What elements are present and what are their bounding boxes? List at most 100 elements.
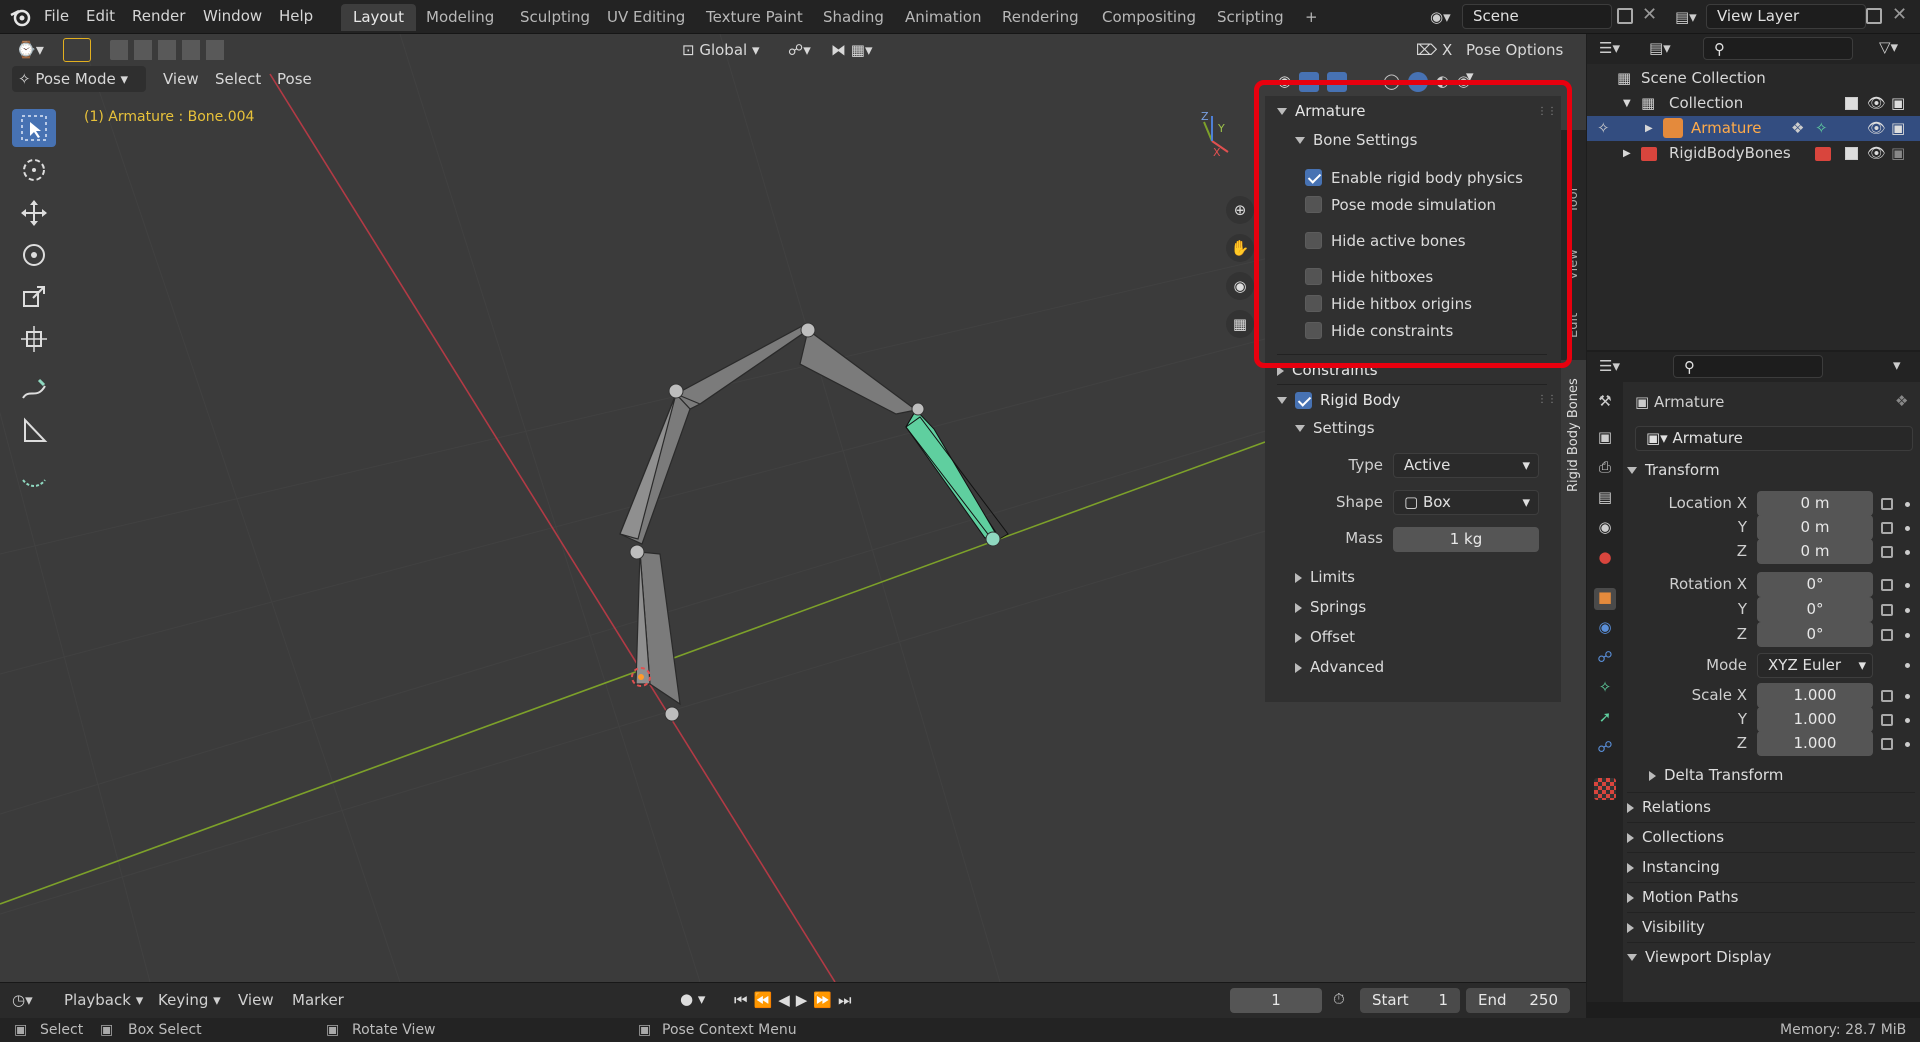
tab-texture-paint[interactable]: Texture Paint <box>694 4 815 31</box>
relax-pose-tool-icon[interactable] <box>12 462 56 500</box>
viewport-display-section[interactable]: Viewport Display <box>1627 942 1915 970</box>
editor-type-icon[interactable]: ☰▾ <box>1599 39 1620 57</box>
jump-end-icon[interactable]: ⏭ <box>838 991 858 1009</box>
render-tab-icon[interactable]: ▣ <box>1594 428 1616 450</box>
expand-icon[interactable]: ▶ <box>1645 116 1653 141</box>
tool-tab-icon[interactable]: ⚒ <box>1594 392 1616 414</box>
settings-header[interactable]: Settings <box>1295 414 1545 442</box>
view-layer-icon[interactable]: ▤▾ <box>1675 6 1705 28</box>
tab-scripting[interactable]: Scripting <box>1205 4 1296 31</box>
new-view-layer-icon[interactable] <box>1866 8 1882 24</box>
tab-layout[interactable]: Layout <box>341 4 416 31</box>
select-tool-icon[interactable] <box>63 38 91 62</box>
pan-hand-icon[interactable]: ✋ <box>1226 234 1254 262</box>
menu-window[interactable]: Window <box>203 0 262 34</box>
location-x-field[interactable]: 0 m <box>1757 491 1873 516</box>
editor-type-icon[interactable]: ⌚▾ <box>10 37 50 63</box>
scale-tool-icon[interactable] <box>12 278 56 316</box>
scale-y-field[interactable]: 1.000 <box>1757 707 1873 732</box>
pose-options-dropdown[interactable]: Pose Options ▾ <box>1460 37 1580 85</box>
scene-selector[interactable]: Scene <box>1462 4 1612 29</box>
tab-sculpting[interactable]: Sculpting <box>508 4 602 31</box>
exclude-checkbox-icon[interactable] <box>1845 147 1858 160</box>
eye-icon[interactable]: 👁 <box>1867 141 1886 166</box>
filter-icon[interactable]: ▽▾ <box>1879 38 1898 56</box>
menu-help[interactable]: Help <box>279 0 313 34</box>
current-frame-field[interactable]: 1 <box>1230 988 1322 1013</box>
lock-scale-x-icon[interactable] <box>1881 690 1893 702</box>
next-keyframe-icon[interactable]: ⏩ <box>813 991 838 1009</box>
drag-handle-icon[interactable]: ⋮⋮ <box>1537 394 1557 405</box>
display-mode-icon[interactable]: ▤▾ <box>1649 39 1671 57</box>
lock-scale-z-icon[interactable] <box>1881 738 1893 750</box>
keyframe-dot-icon[interactable] <box>1905 583 1910 588</box>
bone-tab-icon[interactable]: ➚ <box>1594 708 1616 730</box>
record-keyframe-icon[interactable]: ● ▾ <box>680 990 705 1008</box>
menu-pose[interactable]: Pose <box>271 66 318 92</box>
view-layer-tab-icon[interactable]: ▤ <box>1594 488 1616 510</box>
zoom-icon[interactable]: ⊕ <box>1226 196 1254 224</box>
add-workspace-button[interactable]: + <box>1293 4 1330 31</box>
jump-start-icon[interactable]: ⏮ <box>734 991 754 1009</box>
type-dropdown[interactable]: Active ▾ <box>1393 453 1539 478</box>
scene-tab-icon[interactable]: ◉ <box>1594 518 1616 540</box>
location-y-field[interactable]: 0 m <box>1757 515 1873 540</box>
modifier-tab-icon[interactable]: ◉ <box>1594 618 1616 640</box>
shape-dropdown[interactable]: ▢ Box ▾ <box>1393 490 1539 515</box>
advanced-section[interactable]: Advanced <box>1295 653 1545 681</box>
end-frame-field[interactable]: End 250 <box>1466 988 1570 1013</box>
rotation-y-field[interactable]: 0° <box>1757 597 1873 622</box>
object-tab-icon[interactable]: ■ <box>1594 588 1616 610</box>
perspective-toggle-icon[interactable]: ▦ <box>1226 310 1254 338</box>
tab-rendering[interactable]: Rendering <box>990 4 1091 31</box>
transform-orientation-dropdown[interactable]: ⊡ Global ▾ <box>676 37 772 63</box>
lock-rotation-x-icon[interactable] <box>1881 579 1893 591</box>
keyframe-dot-icon[interactable] <box>1905 550 1910 555</box>
rotation-z-field[interactable]: 0° <box>1757 622 1873 647</box>
collections-section[interactable]: Collections <box>1627 822 1915 850</box>
collection-row[interactable]: ▼ ▦ Collection 👁 ▣ <box>1587 91 1920 116</box>
play-icon[interactable]: ▶ <box>796 991 814 1009</box>
move-tool-icon[interactable] <box>12 194 56 232</box>
armature-row[interactable]: ✧ ▶ Armature ❖ ✧ 👁 ▣ <box>1587 116 1920 141</box>
tab-rigid-body-bones[interactable]: Rigid Body Bones <box>1561 360 1586 510</box>
springs-section[interactable]: Springs <box>1295 593 1545 621</box>
rotation-mode-dropdown[interactable]: XYZ Euler ▾ <box>1757 653 1873 678</box>
select-box-tool[interactable] <box>12 109 56 147</box>
rigid-body-enable-checkbox[interactable] <box>1295 392 1312 409</box>
keyframe-dot-icon[interactable] <box>1905 694 1910 699</box>
offset-section[interactable]: Offset <box>1295 623 1545 651</box>
preview-range-icon[interactable]: ⏱ <box>1333 990 1345 1008</box>
timeline-view-menu[interactable]: View <box>238 991 274 1009</box>
tab-shading[interactable]: Shading <box>811 4 896 31</box>
output-tab-icon[interactable]: ⎙ <box>1594 458 1616 480</box>
cursor-tool-icon[interactable] <box>12 151 56 189</box>
select-mode-group-icon[interactable] <box>110 40 228 60</box>
rotation-x-field[interactable]: 0° <box>1757 572 1873 597</box>
editor-type-icon[interactable]: ☰▾ <box>1599 357 1620 375</box>
motion-paths-section[interactable]: Motion Paths <box>1627 882 1915 910</box>
texture-tab-icon[interactable] <box>1594 778 1616 800</box>
keyframe-dot-icon[interactable] <box>1905 526 1910 531</box>
world-tab-icon[interactable]: ● <box>1594 548 1616 570</box>
keyframe-dot-icon[interactable] <box>1905 633 1910 638</box>
play-reverse-icon[interactable]: ◀ <box>778 991 796 1009</box>
new-scene-icon[interactable] <box>1617 8 1633 24</box>
measure-tool-icon[interactable] <box>12 412 56 450</box>
lock-rotation-z-icon[interactable] <box>1881 629 1893 641</box>
eye-icon[interactable]: 👁 <box>1867 116 1886 141</box>
editor-type-icon[interactable]: ◷▾ <box>12 991 33 1009</box>
lock-location-z-icon[interactable] <box>1881 546 1893 558</box>
prev-keyframe-icon[interactable]: ⏪ <box>754 991 779 1009</box>
limits-section[interactable]: Limits <box>1295 563 1545 591</box>
lock-location-y-icon[interactable] <box>1881 522 1893 534</box>
keyframe-dot-icon[interactable] <box>1905 608 1910 613</box>
menu-select[interactable]: Select <box>209 66 267 92</box>
bone-constraint-tab-icon[interactable]: ☍ <box>1594 738 1616 760</box>
menu-render[interactable]: Render <box>132 0 185 34</box>
transform-tool-icon[interactable] <box>12 320 56 358</box>
playback-menu[interactable]: Playback ▾ <box>64 991 143 1009</box>
constraint-tab-icon[interactable]: ☍ <box>1594 648 1616 670</box>
mass-field[interactable]: 1 kg <box>1393 527 1539 552</box>
keyframe-dot-icon[interactable] <box>1905 742 1910 747</box>
